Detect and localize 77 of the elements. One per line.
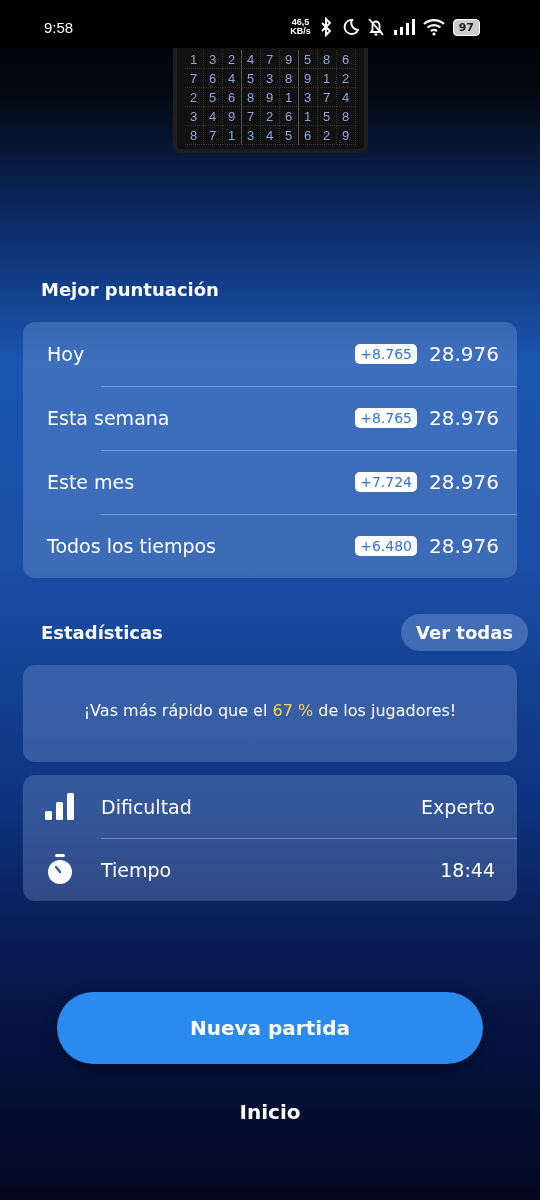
new-game-button[interactable]: Nueva partida (57, 992, 483, 1064)
period-label: Esta semana (47, 407, 171, 429)
board-digit: 4 (241, 50, 261, 69)
battery-indicator: 97 (452, 18, 480, 36)
board-digit: 2 (184, 88, 204, 107)
score-gain-badge: +8.765 (355, 344, 417, 364)
board-digit: 6 (222, 88, 242, 107)
board-digit: 9 (298, 69, 318, 88)
board-digit: 7 (203, 126, 223, 145)
board-digit: 3 (184, 107, 204, 126)
score-value: 28.976 (429, 406, 499, 430)
board-digit: 6 (298, 126, 318, 145)
board-digit: 3 (298, 88, 318, 107)
board-digit: 5 (298, 50, 318, 69)
board-digit: 5 (279, 126, 299, 145)
home-button[interactable]: Inicio (231, 1096, 309, 1128)
board-digit: 5 (203, 88, 223, 107)
score-gain-badge: +7.724 (355, 472, 417, 492)
signal-icon (392, 18, 415, 36)
board-digit: 5 (317, 107, 337, 126)
board-digit: 4 (260, 126, 280, 145)
section-title: Estadísticas (41, 622, 163, 643)
board-digit: 2 (317, 126, 337, 145)
bell-off-icon (366, 17, 385, 37)
score-gain-badge: +8.765 (355, 408, 417, 428)
period-label: Este mes (47, 471, 136, 493)
network-speed: 46,5 (291, 18, 310, 27)
board-digit: 9 (222, 107, 242, 126)
score-value: 28.976 (429, 534, 499, 558)
period-label: Todos los tiempos (47, 535, 217, 557)
score-value: 28.976 (429, 342, 499, 366)
network-unit: KB/s (290, 27, 311, 36)
board-digit: 3 (203, 50, 223, 69)
section-title: Mejor puntuación (41, 279, 220, 300)
board-digit: 8 (279, 69, 299, 88)
bluetooth-icon (318, 17, 333, 37)
board-digit: 2 (260, 107, 280, 126)
board-digit: 6 (336, 50, 356, 69)
board-digit: 4 (222, 69, 242, 88)
board-digit: 8 (336, 107, 356, 126)
see-all-button[interactable]: Ver todas (401, 614, 528, 651)
board-digit: 8 (184, 126, 204, 145)
board-digit: 7 (317, 88, 337, 107)
board-digit: 4 (336, 88, 356, 107)
board-digit: 1 (317, 69, 337, 88)
board-digit: 5 (241, 69, 261, 88)
board-digit: 6 (279, 107, 299, 126)
board-digit: 2 (222, 50, 242, 69)
detail-label: Dificultad (101, 795, 193, 818)
board-digit: 7 (184, 69, 204, 88)
wifi-icon (422, 18, 445, 36)
detail-value: Experto (421, 795, 495, 818)
board-digit: 1 (184, 50, 204, 69)
stopwatch-icon (45, 853, 75, 886)
board-digit: 6 (203, 69, 223, 88)
board-digit: 8 (317, 50, 337, 69)
board-digit: 1 (279, 88, 299, 107)
board-digit: 7 (241, 107, 261, 126)
board-digit: 9 (279, 50, 299, 69)
board-digit: 8 (241, 88, 261, 107)
detail-label: Tiempo (101, 858, 173, 881)
period-label: Hoy (47, 343, 86, 365)
score-value: 28.976 (429, 470, 499, 494)
board-digit: 1 (298, 107, 318, 126)
board-digit: 9 (260, 88, 280, 107)
board-digit: 1 (222, 126, 242, 145)
detail-value: 18:44 (440, 858, 495, 881)
board-digit: 9 (336, 126, 356, 145)
clock: 9:58 (44, 18, 74, 36)
score-gain-badge: +6.480 (355, 536, 417, 556)
board-digit: 4 (203, 107, 223, 126)
board-digit: 3 (260, 69, 280, 88)
bar-chart-icon (45, 792, 75, 821)
comparison-message: ¡Vas más rápido que el 67 % de los jugadores! (83, 701, 457, 722)
board-digit: 3 (241, 126, 261, 145)
board-digit: 7 (260, 50, 280, 69)
board-digit: 2 (336, 69, 356, 88)
